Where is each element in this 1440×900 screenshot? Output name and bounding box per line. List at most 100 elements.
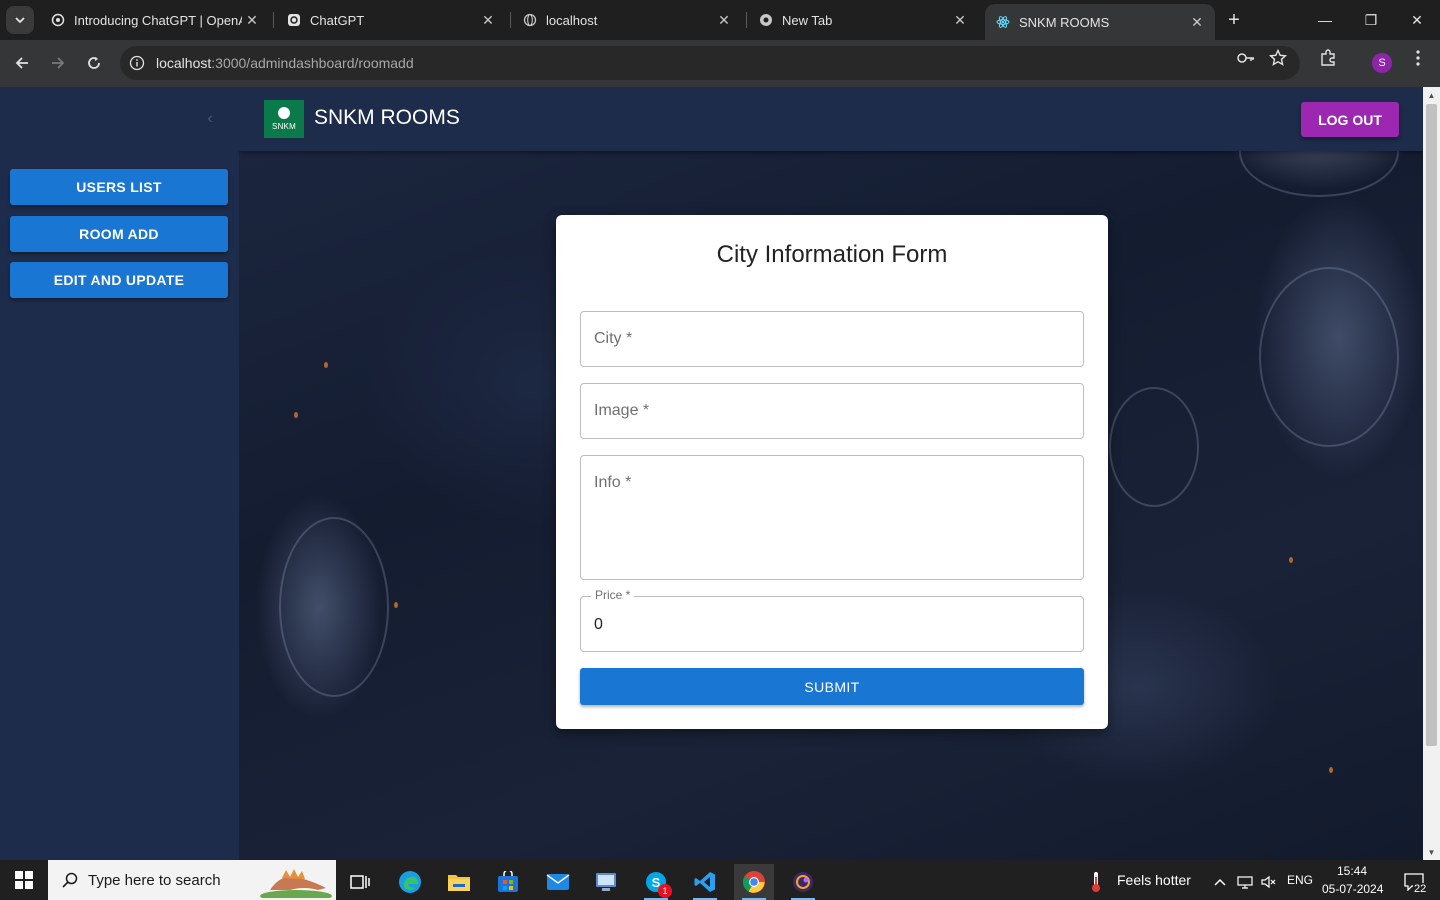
- brand-title: SNKM ROOMS: [314, 106, 460, 129]
- search-placeholder: Type here to search: [88, 871, 221, 889]
- tab-separator: [510, 12, 511, 28]
- search-highlight-dinosaur-icon: [260, 869, 332, 898]
- profile-avatar[interactable]: S: [1372, 53, 1392, 73]
- browser-toolbar: localhost:3000/admindashboard/roomadd S: [0, 40, 1440, 87]
- close-icon[interactable]: ✕: [714, 10, 734, 30]
- snkm-logo: SNKM: [264, 100, 304, 138]
- background-swirl: [1109, 387, 1199, 507]
- start-button[interactable]: [0, 860, 48, 900]
- admin-sidebar: ‹ USERS LIST ROOM ADD EDIT AND UPDATE: [0, 87, 239, 860]
- tab-chatgpt[interactable]: ChatGPT ✕: [276, 0, 506, 40]
- network-icon[interactable]: [1234, 864, 1256, 900]
- page-viewport: ‹ USERS LIST ROOM ADD EDIT AND UPDATE SN…: [0, 87, 1440, 860]
- tab-title: localhost: [546, 12, 598, 28]
- scrollbar-thumb[interactable]: [1426, 104, 1437, 746]
- background-speck: [1289, 557, 1293, 563]
- submit-button[interactable]: SUBMIT: [580, 668, 1084, 705]
- tab-introducing-chatgpt[interactable]: Introducing ChatGPT | OpenAI ✕: [40, 0, 270, 40]
- file-explorer-icon[interactable]: [439, 864, 479, 900]
- chrome-icon: [758, 12, 774, 28]
- skype-icon[interactable]: S 1: [636, 864, 676, 900]
- background-speck: [294, 412, 298, 418]
- city-input[interactable]: City *: [580, 311, 1084, 367]
- image-input[interactable]: Image *: [580, 383, 1084, 439]
- chevron-left-icon[interactable]: ‹: [200, 109, 220, 129]
- password-key-icon[interactable]: [1236, 48, 1256, 68]
- reload-icon: [88, 57, 100, 69]
- back-button[interactable]: [8, 49, 36, 77]
- chevron-up-icon[interactable]: [1208, 864, 1232, 900]
- extensions-puzzle-icon[interactable]: [1318, 48, 1338, 68]
- tab-localhost[interactable]: localhost ✕: [512, 0, 742, 40]
- vscode-icon[interactable]: [685, 864, 725, 900]
- minimize-button[interactable]: —: [1302, 0, 1348, 40]
- url-text: localhost:3000/admindashboard/roomadd: [156, 55, 414, 71]
- control-panel-icon[interactable]: [586, 864, 626, 900]
- info-textarea[interactable]: Info *: [580, 455, 1084, 580]
- tab-snkm-rooms[interactable]: SNKM ROOMS ✕: [985, 4, 1215, 40]
- logout-button[interactable]: LOG OUT: [1301, 102, 1399, 137]
- reload-button[interactable]: [80, 49, 108, 77]
- tab-title: New Tab: [782, 12, 833, 28]
- site-info-icon[interactable]: [120, 46, 154, 80]
- edge-browser-icon[interactable]: [390, 864, 430, 900]
- background-speck: [394, 602, 398, 608]
- globe-icon: [522, 12, 538, 28]
- logo-text: SNKM: [272, 122, 296, 131]
- price-value: 0: [594, 616, 603, 633]
- page-scrollbar[interactable]: ▲ ▼: [1423, 87, 1440, 860]
- background-speck: [324, 362, 328, 368]
- users-list-button[interactable]: USERS LIST: [10, 169, 228, 205]
- chevron-down-icon: [15, 17, 25, 24]
- clock-time[interactable]: 15:44: [1337, 864, 1367, 878]
- address-bar[interactable]: localhost:3000/admindashboard/roomadd: [120, 46, 1300, 80]
- url-host: localhost: [156, 55, 212, 71]
- scroll-down-arrow-icon[interactable]: ▼: [1423, 844, 1440, 860]
- microsoft-store-icon[interactable]: [488, 864, 528, 900]
- close-icon[interactable]: ✕: [242, 10, 262, 30]
- restore-button[interactable]: ❐: [1348, 0, 1394, 40]
- language-indicator[interactable]: ENG: [1287, 873, 1313, 887]
- menu-kebab-icon[interactable]: [1408, 48, 1428, 68]
- background-speck: [1329, 767, 1333, 773]
- weather-text[interactable]: Feels hotter: [1117, 872, 1191, 888]
- edit-and-update-button[interactable]: EDIT AND UPDATE: [10, 262, 228, 298]
- main-content: SNKM SNKM ROOMS LOG OUT City Information…: [239, 87, 1423, 860]
- forward-arrow-icon: [52, 57, 65, 69]
- price-input[interactable]: Price * 0: [580, 588, 1084, 652]
- window-close-button[interactable]: ✕: [1394, 0, 1440, 40]
- tab-new-tab[interactable]: New Tab ✕: [748, 0, 978, 40]
- room-add-button[interactable]: ROOM ADD: [10, 216, 228, 252]
- image-label: Image *: [594, 402, 650, 419]
- taskbar-search-box[interactable]: Type here to search: [48, 860, 336, 900]
- openai-icon: [50, 12, 66, 28]
- notification-center-icon[interactable]: 22: [1394, 864, 1434, 900]
- close-icon[interactable]: ✕: [478, 10, 498, 30]
- background-swirl: [1259, 267, 1399, 447]
- url-path: :3000/admindashboard/roomadd: [211, 55, 414, 71]
- close-icon[interactable]: ✕: [950, 10, 970, 30]
- weather-thermometer-icon[interactable]: [1078, 864, 1114, 900]
- forward-button[interactable]: [44, 49, 72, 77]
- mail-icon[interactable]: [538, 864, 578, 900]
- volume-muted-icon[interactable]: [1258, 864, 1280, 900]
- tab-separator: [273, 12, 274, 28]
- clock-date[interactable]: 05-07-2024: [1322, 882, 1383, 896]
- windows-taskbar: Type here to search S 1 Feels hotter ENG…: [0, 860, 1440, 900]
- notification-count: 22: [1413, 883, 1428, 895]
- price-label: Price *: [591, 588, 635, 602]
- dev-tool-icon[interactable]: [783, 864, 823, 900]
- task-view-icon[interactable]: [340, 864, 380, 900]
- react-icon: [995, 14, 1011, 30]
- info-label: Info *: [594, 474, 632, 491]
- search-icon: [62, 872, 78, 888]
- close-icon[interactable]: ✕: [1187, 12, 1207, 32]
- app-header: SNKM SNKM ROOMS LOG OUT: [239, 87, 1423, 151]
- bookmark-star-icon[interactable]: [1268, 48, 1288, 68]
- new-tab-button[interactable]: +: [1222, 8, 1246, 32]
- city-label: City *: [594, 330, 633, 347]
- chrome-taskbar-icon[interactable]: [734, 864, 774, 900]
- browser-tab-bar: Introducing ChatGPT | OpenAI ✕ ChatGPT ✕…: [0, 0, 1440, 40]
- tab-search-button[interactable]: [6, 6, 34, 34]
- scroll-up-arrow-icon[interactable]: ▲: [1423, 87, 1440, 103]
